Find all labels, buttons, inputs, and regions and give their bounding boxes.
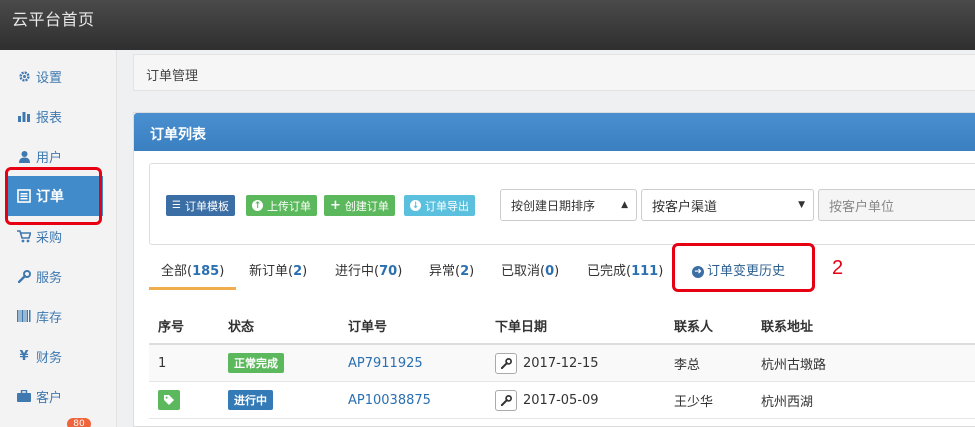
tab-exception[interactable]: 异常(2) [429, 253, 474, 290]
wrench-icon[interactable] [495, 352, 517, 374]
wrench-icon [17, 269, 31, 283]
cart-icon [17, 229, 31, 243]
gear-icon [17, 69, 31, 83]
list-icon: ☰ [172, 200, 181, 211]
upload-order-button[interactable]: ↑ 上传订单 [246, 195, 317, 216]
channel-select[interactable]: 按客户渠道 ▼ [641, 189, 814, 221]
caret-down-icon: ▼ [798, 200, 805, 210]
tab-count: 0 [545, 264, 555, 279]
updown-icon: ▲ [621, 200, 628, 210]
panel-title: 订单列表 [134, 113, 975, 151]
order-table: 序号 状态 订单号 下单日期 联系人 联系地址 1 正常完成 AP7911925… [149, 307, 975, 419]
notification-badge: 80 [67, 418, 91, 427]
annotation-box-history [672, 243, 815, 292]
header-address: 联系地址 [761, 319, 814, 335]
sidebar-item-label: 用户 [36, 150, 63, 166]
button-label: 创建订单 [344, 199, 389, 213]
order-number-link[interactable]: AP10038875 [348, 393, 431, 408]
sidebar-item-label: 采购 [36, 230, 63, 246]
sidebar-item-inventory[interactable]: 库存 [0, 296, 117, 336]
header-contact: 联系人 [674, 319, 714, 335]
sidebar-item-customers[interactable]: 客户 [0, 376, 117, 416]
breadcrumb-current[interactable]: 订单管理 [146, 69, 198, 84]
app-title[interactable]: 云平台首页 [12, 6, 95, 30]
wrench-icon[interactable] [495, 389, 517, 411]
barcode-icon [17, 309, 31, 323]
top-bar: 云平台首页 [0, 0, 975, 50]
row-seq: 1 [158, 355, 167, 371]
annotation-number-2: 2 [832, 257, 844, 279]
contact-name: 王少华 [674, 394, 714, 410]
sidebar-item-service[interactable]: 服务 [0, 256, 117, 296]
button-label: 上传订单 [267, 199, 311, 213]
tab-all[interactable]: 全部(185) [149, 253, 237, 290]
contact-address: 杭州西湖 [761, 394, 814, 410]
header-status: 状态 [228, 319, 255, 335]
export-order-button[interactable]: ↓ 订单导出 [404, 195, 475, 216]
yen-icon: ¥ [19, 348, 29, 364]
tab-count: 70 [379, 264, 398, 279]
sidebar-item-label: 设置 [36, 70, 63, 86]
sidebar-item-reports[interactable]: 报表 [0, 96, 117, 136]
sidebar-item-settings[interactable]: 设置 [0, 56, 117, 96]
table-header: 序号 状态 订单号 下单日期 联系人 联系地址 [149, 307, 975, 345]
contact-address: 杭州古墩路 [761, 357, 827, 373]
tab-count: 2 [293, 264, 303, 279]
download-icon: ↓ [410, 200, 421, 211]
sort-select[interactable]: 按创建日期排序 ▲ [500, 189, 637, 221]
tab-label: 已取消 [501, 264, 541, 279]
order-template-button[interactable]: ☰ 订单模板 [166, 195, 235, 216]
sidebar-item-label: 服务 [36, 270, 63, 286]
tab-label: 全部 [161, 264, 188, 279]
toolbar: ☰ 订单模板 ↑ 上传订单 + 创建订单 ↓ 订单导出 按创建日期排序 ▲ 按客… [149, 163, 975, 245]
header-order-no: 订单号 [348, 319, 388, 335]
bar-chart-icon [17, 109, 31, 123]
tab-count: 185 [192, 264, 220, 279]
status-badge: 进行中 [228, 390, 273, 410]
tab-label: 已完成 [587, 264, 627, 279]
user-icon [17, 149, 31, 163]
button-label: 订单模板 [184, 199, 229, 213]
sidebar-item-label: 客户 [36, 390, 63, 406]
tab-completed[interactable]: 已完成(111) [587, 253, 663, 290]
status-badge: 正常完成 [228, 353, 284, 373]
order-number-link[interactable]: AP7911925 [348, 356, 423, 371]
tab-cancelled[interactable]: 已取消(0) [501, 253, 559, 290]
table-row[interactable]: 1 正常完成 AP7911925 2017-12-15 李总 杭州古墩路 [149, 345, 975, 382]
tab-label: 进行中 [335, 264, 375, 279]
tab-in-progress[interactable]: 进行中(70) [335, 253, 402, 290]
header-seq: 序号 [158, 319, 185, 335]
sidebar-item-label: 报表 [36, 110, 63, 126]
tab-count: 2 [460, 264, 470, 279]
contact-name: 李总 [674, 357, 701, 373]
button-label: 订单导出 [425, 199, 469, 213]
order-date: 2017-05-09 [523, 392, 599, 408]
breadcrumb: 订单管理 [133, 54, 975, 91]
plus-icon: + [330, 198, 341, 213]
unit-select[interactable]: 按客户单位 [818, 189, 975, 221]
header-order-date: 下单日期 [495, 319, 548, 335]
table-row[interactable]: 进行中 AP10038875 2017-05-09 王少华 杭州西湖 [149, 382, 975, 419]
annotation-box-orders [5, 167, 102, 225]
create-order-button[interactable]: + 创建订单 [324, 195, 395, 216]
sidebar-item-label: 库存 [36, 310, 63, 326]
briefcase-icon [17, 389, 31, 403]
order-tabs: 全部(185) 新订单(2) 进行中(70) 异常(2) 已取消(0) 已完成(… [149, 253, 975, 290]
tab-new[interactable]: 新订单(2) [249, 253, 307, 290]
select-value: 按客户渠道 [652, 199, 718, 215]
upload-icon: ↑ [252, 200, 263, 211]
select-value: 按创建日期排序 [511, 198, 596, 213]
sidebar-item-finance[interactable]: ¥ 财务 [0, 336, 117, 376]
select-value: 按客户单位 [829, 199, 895, 215]
sidebar: 设置 报表 用户 订单 采购 服务 库存 ¥ 财务 客户 80 [0, 50, 117, 427]
tab-count: 111 [631, 264, 659, 279]
tag-icon[interactable] [158, 390, 180, 410]
tab-label: 异常 [429, 264, 456, 279]
sidebar-item-label: 财务 [36, 350, 63, 366]
order-date: 2017-12-15 [523, 355, 599, 371]
tab-label: 新订单 [249, 264, 289, 279]
order-list-panel: 订单列表 ☰ 订单模板 ↑ 上传订单 + 创建订单 ↓ 订单导出 按创建日期排序… [133, 112, 975, 427]
